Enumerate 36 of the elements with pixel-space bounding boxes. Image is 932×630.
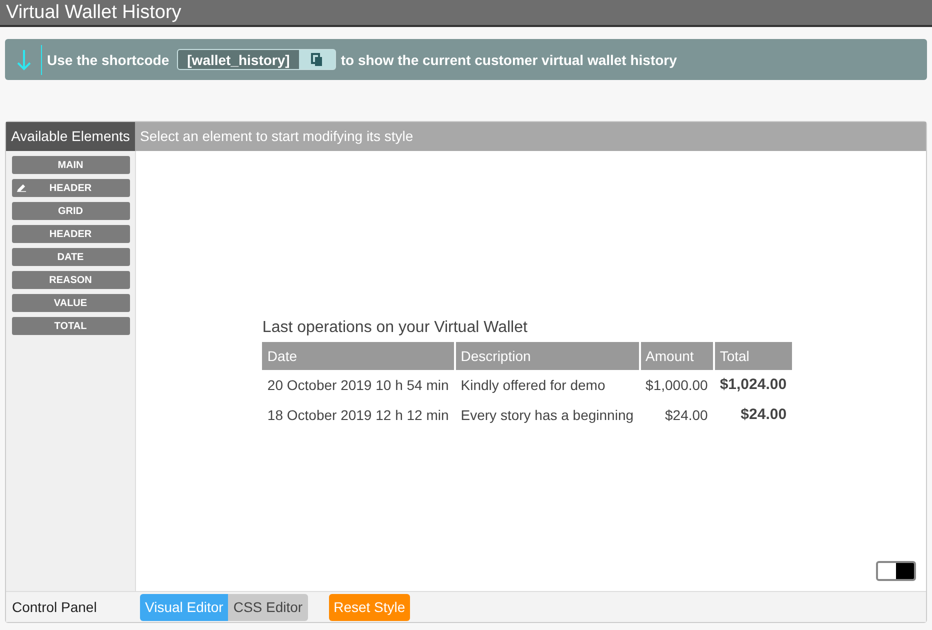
table-cell-text: $1,000.00 — [644, 376, 709, 394]
element-button[interactable]: VALUE — [12, 294, 130, 312]
arrow-down-icon — [17, 48, 31, 70]
table-cell-text: $1,024.00 — [718, 375, 788, 395]
editor-tab[interactable]: CSS Editor — [228, 594, 308, 620]
editor-tab[interactable]: Visual Editor — [140, 594, 228, 620]
copy-icon — [310, 52, 323, 66]
hint-bar: Select an element to start modifying its style — [135, 122, 926, 151]
table-cell-text: 18 October 2019 12 h 12 min — [266, 406, 450, 424]
element-button[interactable]: TOTAL — [12, 317, 130, 335]
element-button[interactable]: MAIN — [12, 156, 130, 174]
copy-button[interactable] — [298, 50, 335, 69]
notice-text: Use the shortcode — [47, 52, 170, 68]
column-header: Date — [262, 342, 454, 370]
shortcode-field[interactable]: [wallet_history] — [177, 49, 336, 70]
preview-title: Last operations on your Virtual Wallet — [262, 318, 528, 336]
element-button[interactable]: REASON — [12, 271, 130, 289]
column-header: Description — [456, 342, 639, 370]
pencil-icon — [16, 183, 26, 192]
element-button[interactable]: GRID — [12, 202, 130, 220]
reset-button[interactable]: Reset Style — [328, 594, 410, 620]
sidebar-title: Available Elements — [6, 122, 135, 151]
table-cell-text: Kindly offered for demo — [460, 376, 606, 395]
table-cell-text: Every story has a beginning — [460, 406, 635, 425]
element-button[interactable]: DATE — [12, 248, 130, 266]
footer-label: Control Panel — [11, 599, 98, 615]
table-cell-text: 20 October 2019 10 h 54 min — [266, 376, 450, 394]
table-cell-text: $24.00 — [740, 405, 788, 425]
element-button[interactable]: HEADER — [12, 225, 130, 243]
element-button[interactable]: HEADER — [12, 179, 130, 197]
table-cell-text: $24.00 — [664, 406, 709, 424]
column-header: Amount — [640, 342, 713, 370]
notice-text: to show the current customer virtual wallet history — [340, 52, 677, 68]
column-header: Total — [714, 342, 792, 370]
window-title: Virtual Wallet History — [6, 2, 182, 23]
background-toggle[interactable] — [876, 561, 916, 581]
